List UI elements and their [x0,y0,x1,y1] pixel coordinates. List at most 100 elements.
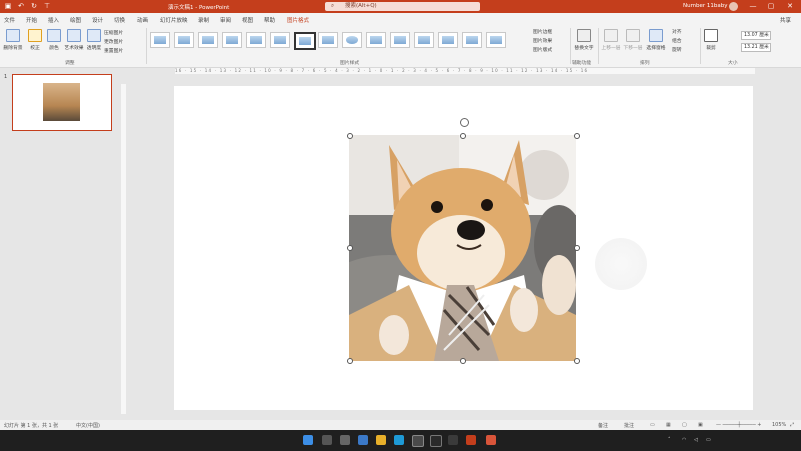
reset-picture-button[interactable]: 重置图片 [104,47,123,54]
reading-view-icon[interactable]: ▢ [682,422,687,428]
tab-file[interactable]: 文件 [4,16,15,24]
save-icon[interactable]: ▣ [4,2,12,10]
tab-help[interactable]: 帮助 [264,16,275,24]
normal-view-icon[interactable]: ▭ [650,422,655,428]
app2-icon[interactable] [448,435,458,445]
artistic-effects-button[interactable]: 艺术效果 [64,29,84,51]
resize-handle-e[interactable] [574,245,580,251]
picture-layout-button[interactable]: 图片版式 [533,46,552,53]
share-button[interactable]: 共享 [780,16,791,24]
change-picture-button[interactable]: 更改图片 [104,38,123,45]
resize-handle-sw[interactable] [347,358,353,364]
remove-background-button[interactable]: 删除背景 [3,29,23,51]
resize-handle-n[interactable] [460,133,466,139]
close-button[interactable]: ✕ [780,0,800,13]
slideshow-icon[interactable]: ▣ [698,422,703,428]
resize-handle-nw[interactable] [347,133,353,139]
picture-style-2[interactable] [174,32,194,48]
bring-forward-button[interactable]: 上移一层 [601,29,621,51]
picture-style-11[interactable] [390,32,410,48]
tab-design[interactable]: 设计 [92,16,103,24]
shiba-dog-picture[interactable] [349,135,576,361]
tab-record[interactable]: 录制 [198,16,209,24]
tab-home[interactable]: 开始 [26,16,37,24]
picture-style-15[interactable] [486,32,506,48]
resize-handle-ne[interactable] [574,133,580,139]
tab-transitions[interactable]: 切换 [114,16,125,24]
undo-icon[interactable]: ↶ [17,2,25,10]
picture-styles-group-label: 图片样式 [340,61,360,66]
picture-style-3[interactable] [198,32,218,48]
fit-slide-icon[interactable]: ⤢ [790,422,794,428]
minimize-button[interactable]: — [743,0,763,13]
crop-button[interactable]: 裁剪 [703,29,719,51]
user-name[interactable]: Number 11baby [683,3,727,9]
search-box[interactable]: ⌕ 搜索(Alt+Q) [325,2,480,11]
windows-start-icon[interactable] [303,435,313,445]
present-icon[interactable]: ⊤ [43,2,51,10]
align-button[interactable]: 对齐 [672,28,682,35]
picture-style-4[interactable] [222,32,242,48]
rotate-button[interactable]: 旋转 [672,46,682,53]
battery-icon[interactable]: ▭ [706,437,711,443]
file-explorer-icon[interactable] [376,435,386,445]
maximize-button[interactable]: ▢ [761,0,781,13]
picture-style-12[interactable] [414,32,434,48]
send-backward-button[interactable]: 下移一层 [623,29,643,51]
picture-style-13[interactable] [438,32,458,48]
tab-review[interactable]: 审阅 [220,16,231,24]
resize-handle-w[interactable] [347,245,353,251]
store-icon[interactable] [412,435,424,447]
compress-pictures-button[interactable]: 压缩图片 [104,29,123,36]
color-button[interactable]: 颜色 [46,29,62,51]
transparency-button[interactable]: 透明度 [86,29,102,51]
resize-handle-s[interactable] [460,358,466,364]
zoom-level[interactable]: 105% [772,422,786,428]
picture-style-5[interactable] [246,32,266,48]
divider [598,28,599,64]
network-icon[interactable]: ◠ [682,437,686,443]
size-group-label: 大小 [728,61,738,66]
edge-icon[interactable] [394,435,404,445]
comments-button[interactable]: 批注 [624,422,634,429]
powerpoint-icon[interactable] [466,435,476,445]
resize-handle-se[interactable] [574,358,580,364]
picture-style-6[interactable] [270,32,290,48]
avatar[interactable] [729,2,738,11]
widgets-icon[interactable] [358,435,368,445]
tray-chevron-icon[interactable]: ˄ [668,437,671,443]
group-button[interactable]: 组合 [672,37,682,44]
search-icon[interactable] [322,435,332,445]
ribbon-tabs: 文件 开始 插入 绘图 设计 切换 动画 幻灯片放映 录制 审阅 视图 帮助 图… [0,13,801,26]
tab-slideshow[interactable]: 幻灯片放映 [160,16,188,24]
tab-insert[interactable]: 插入 [48,16,59,24]
slide-thumbnail[interactable] [12,74,112,131]
redo-icon[interactable]: ↻ [30,2,38,10]
picture-style-14[interactable] [462,32,482,48]
picture-border-button[interactable]: 图片边框 [533,28,552,35]
picture-effects-button[interactable]: 图片效果 [533,37,552,44]
picture-style-10[interactable] [366,32,386,48]
picture-style-7[interactable] [294,32,316,50]
corrections-icon [28,29,42,42]
notes-button[interactable]: 备注 [598,422,608,429]
app-icon[interactable] [430,435,442,447]
picture-style-8[interactable] [318,32,338,48]
language-indicator[interactable]: 中文(中国) [76,422,100,429]
width-field[interactable]: 13.21 厘米 [741,43,771,52]
tab-animations[interactable]: 动画 [137,16,148,24]
tab-draw[interactable]: 绘图 [70,16,81,24]
alt-text-button[interactable]: 替换文字 [574,29,594,51]
picture-style-9[interactable] [342,32,362,48]
selection-pane-button[interactable]: 选择窗格 [645,29,667,51]
task-view-icon[interactable] [340,435,350,445]
tab-view[interactable]: 视图 [242,16,253,24]
height-field[interactable]: 13.07 厘米 [741,31,771,40]
corrections-button[interactable]: 校正 [27,29,43,51]
volume-icon[interactable]: ◁ [694,437,698,443]
picture-style-1[interactable] [150,32,170,48]
rotate-handle[interactable] [460,118,469,127]
slide-sorter-icon[interactable]: ▦ [666,422,671,428]
recorder-icon[interactable] [486,435,496,445]
zoom-slider[interactable]: — ─────┼───── + [716,422,761,428]
